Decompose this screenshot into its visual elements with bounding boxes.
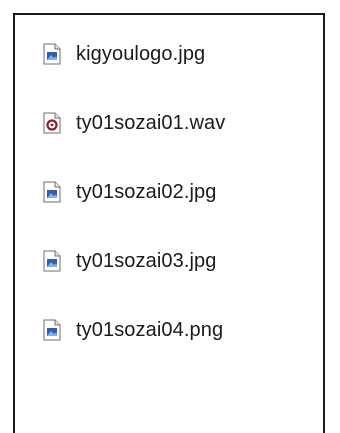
file-name: ty01sozai02.jpg: [76, 180, 217, 203]
file-item-ty01sozai02-jpg[interactable]: ty01sozai02.jpg: [43, 172, 216, 212]
file-item-kigyoulogo-jpg[interactable]: kigyoulogo.jpg: [43, 34, 205, 74]
image-file-icon: [43, 250, 61, 272]
file-name: ty01sozai01.wav: [76, 111, 226, 134]
file-list-panel: kigyoulogo.jpg ty01sozai01.wav ty01sozai…: [13, 13, 325, 433]
image-file-icon: [43, 181, 61, 203]
image-file-icon: [43, 43, 61, 65]
file-list: kigyoulogo.jpg ty01sozai01.wav ty01sozai…: [15, 15, 323, 433]
image-file-icon: [43, 319, 61, 341]
file-name: kigyoulogo.jpg: [76, 42, 206, 65]
file-item-ty01sozai01-wav[interactable]: ty01sozai01.wav: [43, 103, 225, 143]
file-name: ty01sozai04.png: [76, 318, 224, 341]
file-name: ty01sozai03.jpg: [76, 249, 217, 272]
file-item-ty01sozai04-png[interactable]: ty01sozai04.png: [43, 310, 223, 350]
file-item-ty01sozai03-jpg[interactable]: ty01sozai03.jpg: [43, 241, 216, 281]
audio-file-icon: [43, 112, 61, 134]
